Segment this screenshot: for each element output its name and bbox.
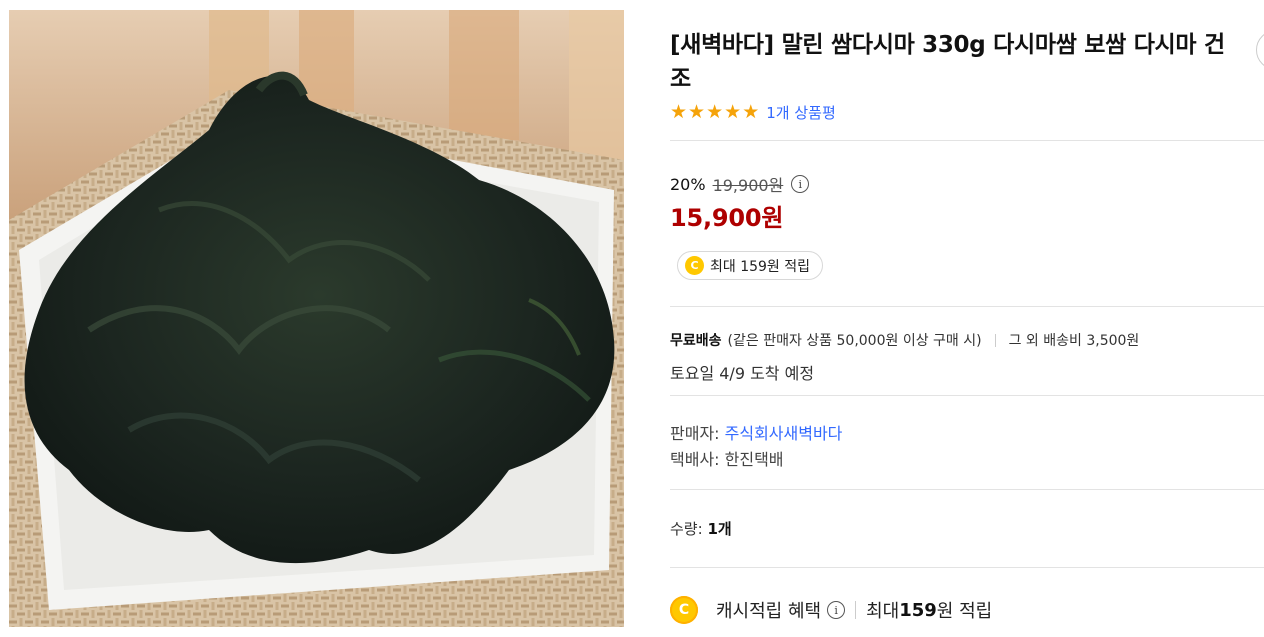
seller-label: 판매자: bbox=[670, 424, 725, 443]
free-shipping-label: 무료배송 bbox=[670, 333, 722, 349]
discount-rate: 20% bbox=[670, 174, 706, 194]
seller-row: 판매자: 주식회사새벽바다 bbox=[670, 420, 842, 444]
cash-benefit-suffix: 원 적립 bbox=[936, 601, 993, 622]
separator bbox=[855, 601, 857, 619]
divider bbox=[670, 140, 1264, 141]
cash-benefit-row: C 캐시적립 혜택 i 최대 159 원 적립 bbox=[670, 596, 992, 624]
courier-name: 한진택배 bbox=[724, 450, 784, 469]
cash-reward-text: 최대 159원 적립 bbox=[710, 258, 811, 275]
star-icon: ★ bbox=[742, 100, 760, 123]
divider bbox=[670, 306, 1264, 307]
original-price: 19,900원 bbox=[712, 176, 784, 195]
info-icon[interactable]: i bbox=[827, 601, 846, 619]
product-info-panel: [새벽바다] 말린 쌈다시마 330g 다시마쌈 보쌈 다시마 건조 ★ ★ ★… bbox=[670, 0, 1264, 637]
quantity-label: 수량: bbox=[670, 520, 708, 538]
coin-icon: C bbox=[670, 596, 698, 624]
other-shipping-fee: 그 외 배송비 3,500원 bbox=[1008, 333, 1140, 349]
review-count-link[interactable]: 1개 상품평 bbox=[766, 102, 836, 123]
rating-row: ★ ★ ★ ★ ★ 1개 상품평 bbox=[670, 101, 836, 123]
star-icon: ★ bbox=[670, 100, 688, 123]
quantity-value: 1개 bbox=[707, 520, 732, 538]
quantity-row: 수량: 1개 bbox=[670, 518, 732, 539]
sale-price: 15,900원 bbox=[670, 204, 784, 232]
cash-benefit-amount: 159 bbox=[899, 599, 937, 621]
star-icon: ★ bbox=[706, 100, 724, 123]
star-icon: ★ bbox=[688, 100, 706, 123]
info-icon[interactable]: i bbox=[791, 175, 810, 193]
original-price-row: 20% 19,900원 i bbox=[670, 172, 810, 196]
divider bbox=[670, 489, 1264, 490]
shipping-condition: (같은 판매자 상품 50,000원 이상 구매 시) bbox=[727, 333, 982, 349]
courier-row: 택배사: 한진택배 bbox=[670, 446, 784, 470]
star-rating: ★ ★ ★ ★ ★ bbox=[670, 100, 760, 123]
dried-kelp-photo bbox=[9, 10, 624, 627]
coin-icon: C bbox=[685, 256, 704, 275]
courier-label: 택배사: bbox=[670, 450, 725, 469]
seller-link[interactable]: 주식회사새벽바다 bbox=[725, 424, 843, 443]
arrival-date: 토요일 4/9 도착 예정 bbox=[670, 364, 815, 383]
cash-benefit-label: 캐시적립 혜택 bbox=[716, 601, 822, 622]
divider bbox=[670, 567, 1264, 568]
star-icon: ★ bbox=[724, 100, 742, 123]
divider bbox=[670, 395, 1264, 396]
product-title: [새벽바다] 말린 쌈다시마 330g 다시마쌈 보쌈 다시마 건조 bbox=[670, 32, 1225, 92]
separator bbox=[994, 333, 996, 347]
cash-benefit-prefix: 최대 bbox=[866, 601, 900, 622]
product-image[interactable] bbox=[9, 10, 624, 627]
cash-reward-badge: C 최대 159원 적립 bbox=[677, 251, 824, 280]
share-button[interactable] bbox=[1256, 30, 1264, 70]
shipping-info: 무료배송 (같은 판매자 상품 50,000원 이상 구매 시) 그 외 배송비… bbox=[670, 330, 1139, 350]
